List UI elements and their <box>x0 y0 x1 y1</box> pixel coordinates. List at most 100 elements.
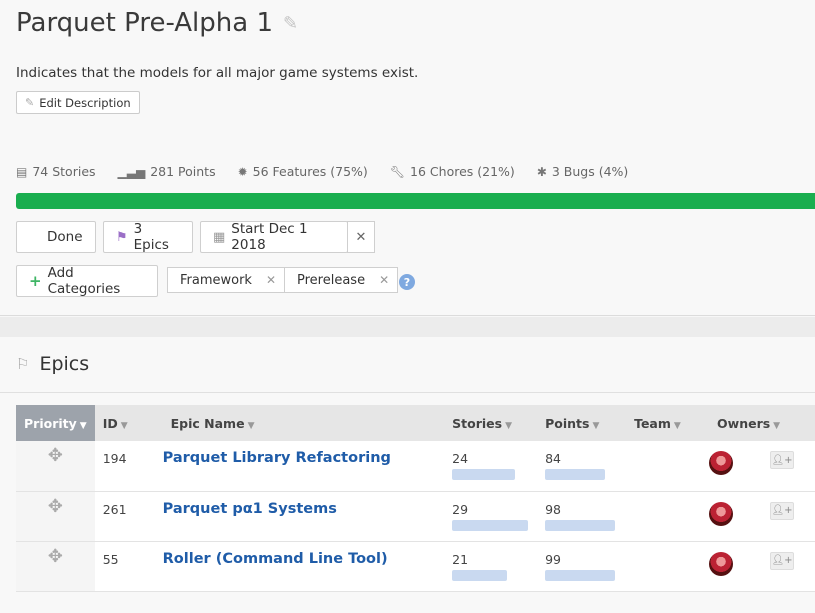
milestone-stats: ▤ 74 Stories ▁▃▅ 281 Points ✹ 56 Feature… <box>16 164 628 179</box>
plus-icon: + <box>29 272 42 290</box>
points-value: 98 <box>545 501 562 517</box>
epics-title: Epics <box>39 353 90 375</box>
list-icon: ▤ <box>16 164 28 179</box>
owners-cell: 👤︎+ <box>709 491 815 541</box>
epics-heading: ⚐ Epics <box>16 353 89 375</box>
stories-cell: 29 <box>444 491 537 541</box>
pencil-icon: ✎ <box>25 96 35 109</box>
stories-bar <box>452 469 516 480</box>
sort-caret-icon: ▼ <box>120 420 128 431</box>
add-user-icon[interactable]: 👤︎+ <box>770 451 795 469</box>
epic-name-cell: Parquet pα1 Systems <box>163 491 445 541</box>
wrench-icon: 🔧︎ <box>389 164 406 179</box>
owners-cell: 👤︎+ <box>709 441 815 491</box>
category-label: Framework <box>180 272 252 288</box>
add-user-icon[interactable]: 👤︎+ <box>770 501 795 520</box>
stat-chores: 🔧︎ 16 Chores (21%) <box>390 164 515 179</box>
team-cell <box>626 441 709 491</box>
column-label: ID <box>102 415 118 431</box>
clear-start-date-button[interactable]: ✕ <box>347 221 375 253</box>
page-title: Parquet Pre-Alpha 1 ✎ <box>16 8 298 38</box>
table-row: ✥ 261 Parquet pα1 Systems 29 98 👤︎+ <box>16 491 815 541</box>
epics-label: 3 Epics <box>133 221 169 253</box>
calendar-icon: ▦ <box>213 229 226 245</box>
sort-caret-icon: ▼ <box>673 420 681 431</box>
table-header: Priority ▼ ID ▼ Epic Name ▼ Stories ▼ Points… <box>16 405 815 441</box>
column-owners[interactable]: Owners ▼ <box>709 405 815 441</box>
stat-points: ▁▃▅ 281 Points <box>118 164 216 179</box>
sort-caret-icon: ▼ <box>247 420 255 431</box>
category-label: Prerelease <box>297 272 366 288</box>
sort-caret-icon: ▼ <box>79 420 87 431</box>
done-label: Done <box>47 229 83 245</box>
move-icon[interactable]: ✥ <box>16 441 95 491</box>
epics-table: Priority ▼ ID ▼ Epic Name ▼ Stories ▼ Points… <box>16 405 815 592</box>
bars-icon: ▁▃▅ <box>117 164 146 179</box>
edit-description-button[interactable]: ✎ Edit Description <box>16 91 140 114</box>
stories-cell: 21 <box>444 541 537 591</box>
done-button[interactable]: Done <box>16 221 96 253</box>
stories-bar <box>452 569 508 581</box>
column-stories[interactable]: Stories ▼ <box>444 405 537 441</box>
category-tag-framework[interactable]: Framework ✕ <box>167 267 286 293</box>
add-user-icon[interactable]: 👤︎+ <box>770 551 795 570</box>
progress-bar <box>16 193 815 209</box>
epic-id: 55 <box>102 551 119 567</box>
move-icon[interactable]: ✥ <box>16 491 95 541</box>
epic-name-cell: Roller (Command Line Tool) <box>163 541 445 591</box>
stat-bugs-label: 3 Bugs (4%) <box>551 164 629 179</box>
remove-tag-icon[interactable]: ✕ <box>266 273 276 287</box>
start-date-button[interactable]: ▦ Start Dec 1 2018 <box>200 221 348 253</box>
column-epic-name[interactable]: Epic Name ▼ <box>163 405 445 441</box>
avatar[interactable] <box>709 451 734 475</box>
remove-tag-icon[interactable]: ✕ <box>379 273 389 287</box>
column-points[interactable]: Points ▼ <box>537 405 626 441</box>
add-categories-label: Add Categories <box>47 265 121 297</box>
sort-caret-icon: ▼ <box>592 420 600 431</box>
epic-name-link[interactable]: Roller (Command Line Tool) <box>163 551 388 567</box>
move-icon[interactable]: ✥ <box>16 541 95 591</box>
epic-name-link[interactable]: Parquet pα1 Systems <box>163 501 337 517</box>
close-icon: ✕ <box>355 229 367 245</box>
avatar[interactable] <box>709 551 734 576</box>
star-icon: ✹ <box>237 164 248 179</box>
stat-bugs: ✱ 3 Bugs (4%) <box>537 164 629 179</box>
column-priority[interactable]: Priority ▼ <box>16 405 95 441</box>
column-label: Points <box>545 415 590 431</box>
column-label: Owners <box>717 415 771 431</box>
column-id[interactable]: ID ▼ <box>95 405 163 441</box>
points-cell: 99 <box>537 541 626 591</box>
avatar[interactable] <box>709 501 734 526</box>
stat-points-label: 281 Points <box>150 164 216 179</box>
points-value: 99 <box>545 551 562 567</box>
points-bar <box>545 469 606 480</box>
points-cell: 84 <box>537 441 626 491</box>
epics-button[interactable]: ⚑ 3 Epics <box>103 221 193 253</box>
epic-name-link[interactable]: Parquet Library Refactoring <box>163 450 391 466</box>
category-tag-prerelease[interactable]: Prerelease ✕ <box>284 267 399 293</box>
team-cell <box>626 491 709 541</box>
column-label: Priority <box>24 415 77 431</box>
flag-icon: ⚑ <box>116 229 128 245</box>
column-team[interactable]: Team ▼ <box>626 405 709 441</box>
stories-value: 24 <box>452 451 469 466</box>
stat-stories-label: 74 Stories <box>32 164 96 179</box>
epic-id: 194 <box>102 451 127 466</box>
pencil-icon[interactable]: ✎ <box>283 13 298 34</box>
stories-value: 21 <box>452 551 469 567</box>
add-categories-button[interactable]: + Add Categories <box>16 265 158 297</box>
milestone-title: Parquet Pre-Alpha 1 <box>16 8 273 38</box>
help-icon[interactable]: ? <box>399 274 415 290</box>
stories-bar <box>452 519 529 531</box>
section-divider <box>0 317 815 337</box>
owners-cell: 👤︎+ <box>709 541 815 591</box>
milestone-description: Indicates that the models for all major … <box>16 65 419 81</box>
epic-id: 261 <box>102 501 127 517</box>
column-label: Epic Name <box>170 415 245 431</box>
points-bar <box>545 569 616 581</box>
stat-features-label: 56 Features (75%) <box>252 164 368 179</box>
points-value: 84 <box>545 451 562 466</box>
table-row: ✥ 194 Parquet Library Refactoring 24 84 … <box>16 441 815 491</box>
column-label: Stories <box>452 415 503 431</box>
stat-chores-label: 16 Chores (21%) <box>410 164 515 179</box>
